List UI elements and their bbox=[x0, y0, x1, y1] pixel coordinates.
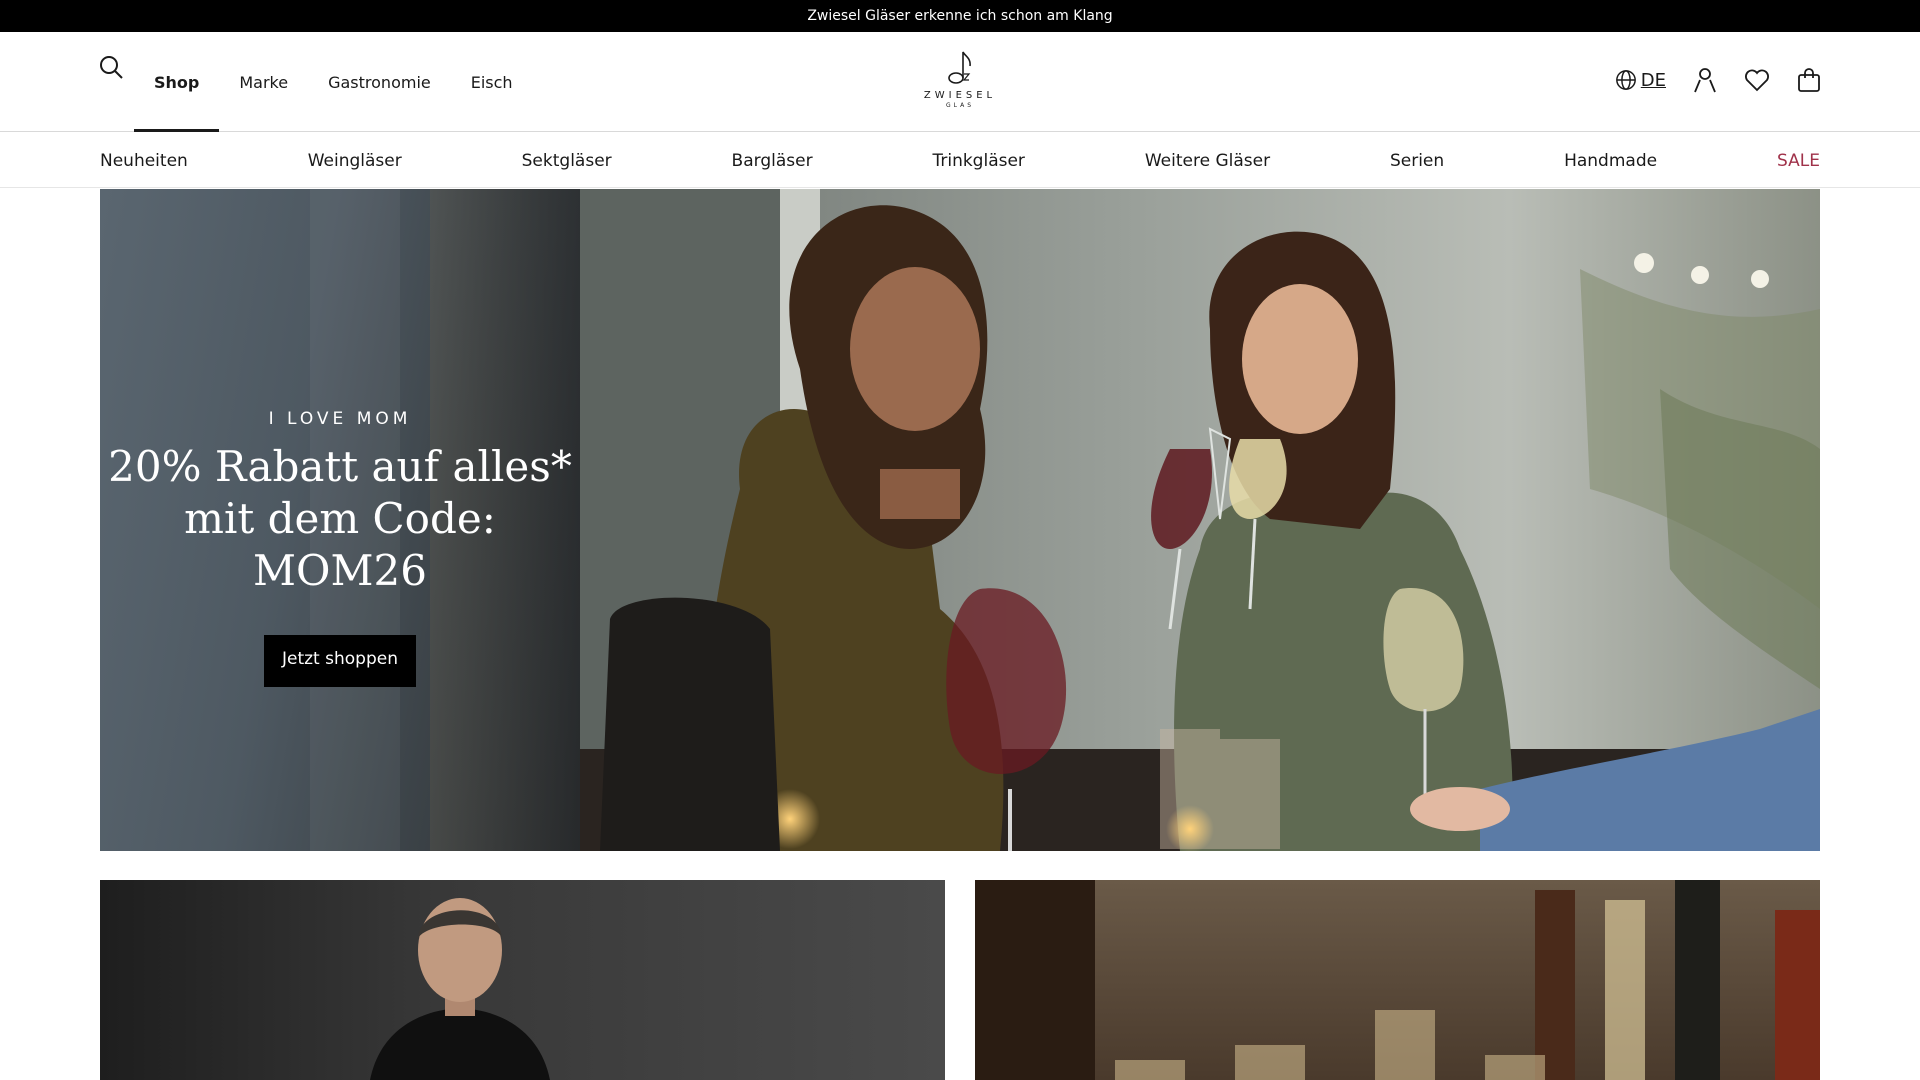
portrait-photo bbox=[370, 898, 550, 1080]
category-trinkglaeser[interactable]: Trinkgläser bbox=[932, 151, 1024, 171]
hero-headline-line2: mit dem Code: MOM26 bbox=[184, 494, 496, 595]
hero-headline: 20% Rabatt auf alles* mit dem Code: MOM2… bbox=[100, 441, 580, 597]
hero-headline-line1: 20% Rabatt auf alles* bbox=[108, 442, 572, 491]
hero-text: I LOVE MOM 20% Rabatt auf alles* mit dem… bbox=[100, 409, 580, 687]
teaser-tile-portrait[interactable] bbox=[100, 880, 945, 1080]
language-switcher[interactable]: DE bbox=[1615, 69, 1666, 91]
category-handmade[interactable]: Handmade bbox=[1564, 151, 1657, 171]
bar-glasses-photo bbox=[975, 880, 1820, 1080]
category-neuheiten[interactable]: Neuheiten bbox=[100, 151, 188, 171]
nav-gastronomie[interactable]: Gastronomie bbox=[308, 32, 451, 132]
utility-nav: DE bbox=[1615, 67, 1822, 93]
hero-photo-two-women-toasting bbox=[580, 189, 1820, 851]
category-barglaeser[interactable]: Bargläser bbox=[732, 151, 813, 171]
hero-kicker: I LOVE MOM bbox=[268, 409, 412, 429]
nav-eisch[interactable]: Eisch bbox=[451, 32, 533, 132]
logo[interactable]: ZWIESEL GLAS bbox=[914, 48, 1006, 124]
category-nav: Neuheiten Weingläser Sektgläser Bargläse… bbox=[0, 133, 1920, 188]
announcement-bar: Zwiesel Gläser erkenne ich schon am Klan… bbox=[0, 0, 1920, 32]
announcement-text: Zwiesel Gläser erkenne ich schon am Klan… bbox=[807, 8, 1113, 24]
category-serien[interactable]: Serien bbox=[1390, 151, 1444, 171]
heart-icon[interactable] bbox=[1744, 67, 1770, 93]
category-weitere-glaeser[interactable]: Weitere Gläser bbox=[1145, 151, 1270, 171]
bag-icon[interactable] bbox=[1796, 67, 1822, 93]
category-weinglaeser[interactable]: Weingläser bbox=[308, 151, 402, 171]
globe-icon bbox=[1615, 70, 1636, 90]
category-sektglaeser[interactable]: Sektgläser bbox=[522, 151, 612, 171]
nav-shop[interactable]: Shop bbox=[134, 32, 220, 132]
nav-marke[interactable]: Marke bbox=[219, 32, 308, 132]
logo-sub: GLAS bbox=[945, 102, 975, 109]
hero-text-panel: I LOVE MOM 20% Rabatt auf alles* mit dem… bbox=[100, 189, 580, 851]
category-sale[interactable]: SALE bbox=[1777, 151, 1820, 171]
hero-banner[interactable]: I LOVE MOM 20% Rabatt auf alles* mit dem… bbox=[100, 189, 1820, 851]
hero-cta-button[interactable]: Jetzt shoppen bbox=[264, 635, 416, 687]
music-note-logo-icon bbox=[948, 51, 971, 84]
search-icon[interactable] bbox=[98, 54, 124, 80]
teaser-tiles bbox=[100, 880, 1820, 1080]
teaser-tile-bar[interactable] bbox=[975, 880, 1820, 1080]
primary-nav: Shop Marke Gastronomie Eisch bbox=[134, 32, 533, 132]
logo-brand: ZWIESEL bbox=[923, 90, 997, 101]
account-icon[interactable] bbox=[1692, 67, 1718, 93]
language-code: DE bbox=[1640, 69, 1666, 91]
